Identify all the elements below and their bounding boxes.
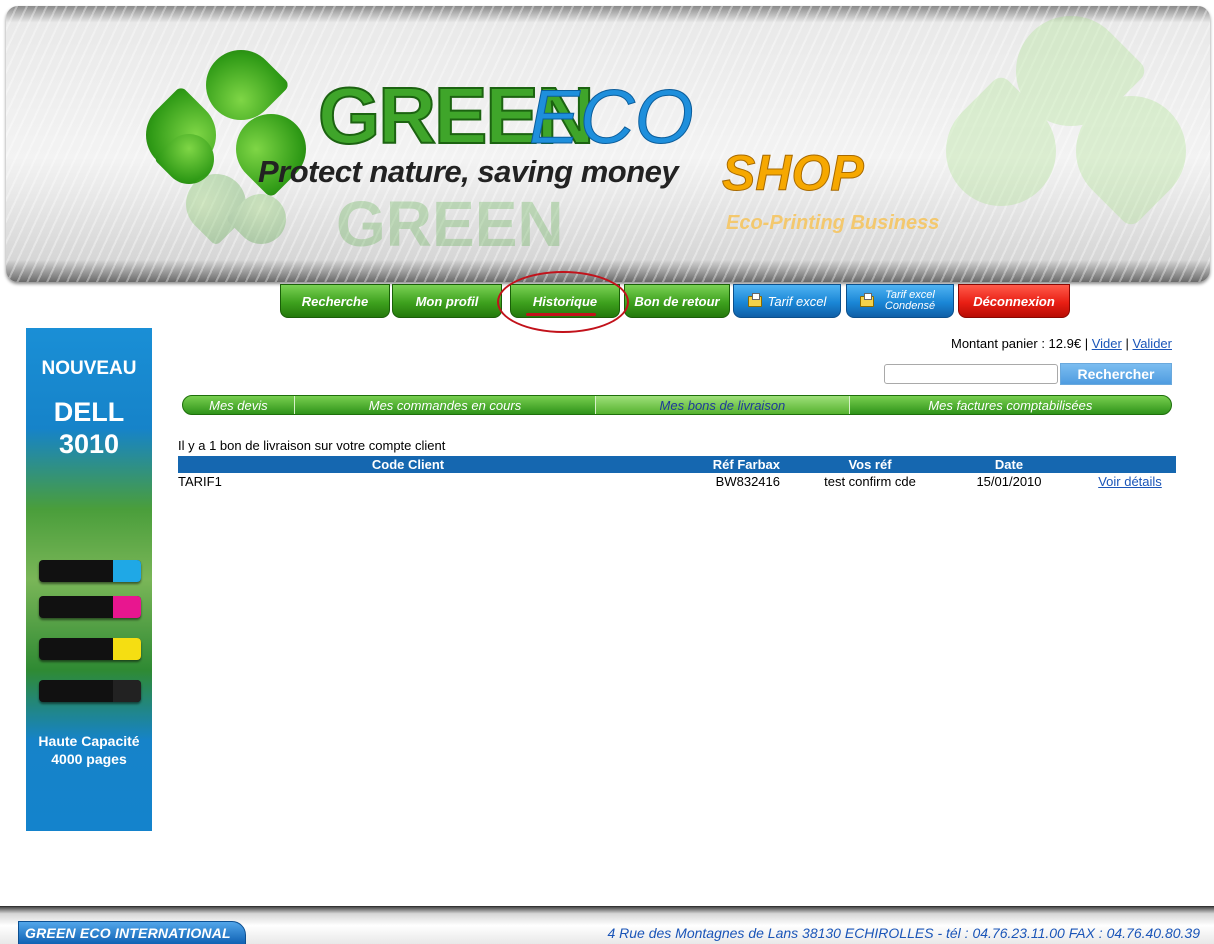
tab-mes-factures[interactable]: Mes factures comptabilisées [850, 396, 1171, 414]
cell-action: Voir détails [1084, 473, 1176, 491]
cart-empty-link[interactable]: Vider [1092, 336, 1122, 351]
folder-icon [747, 292, 762, 307]
result-count: Il y a 1 bon de livraison sur votre comp… [178, 438, 446, 453]
cart-amount: Montant panier : 12.9€ [950, 336, 1082, 351]
brand-logo-eco: ECO [529, 75, 695, 160]
header-banner: GREEN ECO GREEN Protect nature, saving m… [6, 6, 1210, 282]
promo-capacity: Haute Capacité 4000 pages [26, 732, 152, 768]
column-header: Vos réf [806, 456, 934, 473]
cart-separator: | [1084, 336, 1089, 351]
highlight-circle [497, 271, 629, 333]
history-tabs: Mes devis Mes commandes en cours Mes bon… [182, 395, 1172, 415]
nav-label: Recherche [301, 293, 369, 309]
tab-mes-commandes[interactable]: Mes commandes en cours [295, 396, 597, 414]
table-header-row: Code Client Réf Farbax Vos réf Date [178, 456, 1176, 473]
nav-bon-de-retour[interactable]: Bon de retour [624, 284, 730, 318]
nav-label: Tarif excel [767, 293, 827, 309]
cart-summary: Montant panier : 12.9€ | Vider | Valider [951, 336, 1172, 351]
promo-banner[interactable]: NOUVEAU DELL 3010 Haute Capacité 4000 pa… [26, 328, 152, 831]
cell-ref-farbax: BW832416 [715, 474, 780, 489]
footer-address: 4 Rue des Montagnes de Lans 38130 ECHIRO… [607, 925, 1200, 941]
promo-model-line: 3010 [58, 429, 120, 459]
promo-model: DELL 3010 [26, 396, 152, 460]
brand-shop: SHOP [722, 145, 865, 201]
nav-mon-profil[interactable]: Mon profil [392, 284, 502, 318]
cell-vos-ref: test confirm cde [824, 474, 916, 489]
toner-magenta-image [39, 596, 141, 618]
toner-yellow-image [39, 638, 141, 660]
nav-tarif-excel[interactable]: Tarif excel [733, 284, 841, 318]
brand-logo-reflection: GREEN [336, 188, 564, 260]
footer: GREEN ECO INTERNATIONAL 4 Rue des Montag… [0, 906, 1214, 944]
column-header: Code Client [178, 456, 638, 473]
cell-date: 15/01/2010 [976, 474, 1042, 489]
promo-capacity-line: Haute Capacité [38, 733, 140, 749]
highlight-underline [526, 313, 596, 316]
promo-capacity-line: 4000 pages [51, 751, 127, 767]
footer-company: GREEN ECO INTERNATIONAL [18, 921, 246, 944]
page: GREEN ECO GREEN Protect nature, saving m… [0, 0, 1214, 944]
nav-label: Bon de retour [634, 293, 720, 309]
clover-watermark [923, 6, 1209, 256]
tab-mes-bons-de-livraison[interactable]: Mes bons de livraison [596, 396, 850, 414]
cart-separator: | [1125, 336, 1129, 351]
toner-cyan-image [39, 560, 141, 582]
column-header: Date [934, 456, 1084, 473]
promo-headline: NOUVEAU [41, 358, 137, 379]
cell-code-client: TARIF1 [178, 474, 222, 489]
search-input[interactable] [884, 364, 1058, 384]
brand-tagline: Eco-Printing Business [726, 212, 940, 234]
promo-model-line: DELL [53, 397, 125, 427]
nav-label: Déconnexion [973, 293, 1055, 309]
nav-deconnexion[interactable]: Déconnexion [958, 284, 1070, 318]
brand-slogan: Protect nature, saving money [258, 154, 679, 189]
table-row: TARIF1 BW832416 test confirm cde 15/01/2… [178, 473, 1176, 491]
column-header [1084, 456, 1176, 473]
nav-tarif-excel-condense[interactable]: Tarif excel Condensé [846, 284, 954, 318]
tab-mes-devis[interactable]: Mes devis [183, 396, 295, 414]
column-header: Réf Farbax [638, 456, 806, 473]
toner-black-image [39, 680, 141, 702]
folder-icon [860, 292, 874, 307]
cart-validate-link[interactable]: Valider [1132, 336, 1172, 351]
nav-label: Tarif excel Condensé [884, 289, 936, 312]
nav-label: Mon profil [415, 293, 479, 309]
delivery-table: Code Client Réf Farbax Vos réf Date TARI… [178, 456, 1176, 491]
view-details-link[interactable]: Voir détails [1098, 474, 1162, 489]
search-button[interactable]: Rechercher [1060, 363, 1172, 385]
nav-recherche[interactable]: Recherche [280, 284, 390, 318]
